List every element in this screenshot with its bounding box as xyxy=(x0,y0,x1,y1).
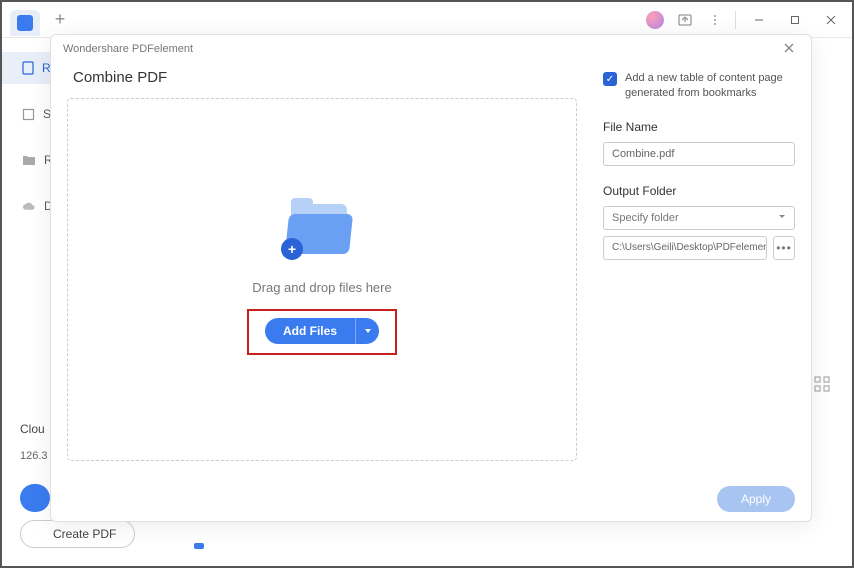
dropzone[interactable]: + Drag and drop files here Add Files xyxy=(67,98,577,461)
file-name-input[interactable] xyxy=(603,142,795,166)
modal-footer: Apply xyxy=(51,477,811,521)
combine-pdf-modal: Wondershare PDFelement Combine PDF + Dra… xyxy=(50,34,812,522)
sidebar-item-cloud[interactable]: D xyxy=(2,190,50,222)
specify-folder-label: Specify folder xyxy=(612,212,679,224)
modal-app-title: Wondershare PDFelement xyxy=(63,43,193,55)
right-pane: ✓ Add a new table of content page genera… xyxy=(593,59,811,477)
share-icon[interactable] xyxy=(675,10,695,30)
titlebar: + xyxy=(2,2,852,38)
toc-checkbox-label: Add a new table of content page generate… xyxy=(625,71,795,102)
output-folder-label: Output Folder xyxy=(603,184,795,198)
star-icon xyxy=(22,107,35,121)
chevron-down-icon xyxy=(778,212,786,224)
divider xyxy=(735,11,736,29)
document-icon xyxy=(22,61,34,75)
close-button[interactable] xyxy=(818,7,844,33)
output-path-input[interactable]: C:\Users\Geili\Desktop\PDFelement\Co xyxy=(603,236,767,260)
cloud-usage-value: 126.3 xyxy=(20,450,48,462)
highlight-annotation: Add Files xyxy=(247,309,397,355)
apply-button[interactable]: Apply xyxy=(717,486,795,512)
menu-dots-icon[interactable] xyxy=(705,10,725,30)
app-logo-icon xyxy=(17,15,33,31)
add-files-label: Add Files xyxy=(265,318,355,344)
add-files-button[interactable]: Add Files xyxy=(265,318,379,344)
browse-folder-button[interactable]: ••• xyxy=(773,236,795,260)
sidebar-item-starred[interactable]: S xyxy=(2,98,50,130)
cloud-icon xyxy=(22,199,36,213)
modal-title: Combine PDF xyxy=(73,69,577,86)
sidebar-item-recent[interactable]: R xyxy=(2,52,50,84)
folder-add-icon: + xyxy=(287,204,357,258)
create-pdf-button[interactable]: Create PDF xyxy=(20,520,135,548)
profile-orb-icon[interactable] xyxy=(645,10,665,30)
modal-body: Combine PDF + Drag and drop files here A… xyxy=(51,59,811,477)
sidebar: R S R D xyxy=(2,38,50,558)
app-tab[interactable] xyxy=(10,10,40,36)
upgrade-button[interactable] xyxy=(20,484,50,512)
modal-header: Wondershare PDFelement xyxy=(51,35,811,59)
modal-close-button[interactable] xyxy=(779,39,799,59)
add-files-dropdown[interactable] xyxy=(355,318,379,344)
checkbox-checked-icon[interactable]: ✓ xyxy=(603,72,617,86)
left-pane: Combine PDF + Drag and drop files here A… xyxy=(51,59,593,477)
new-tab-button[interactable]: + xyxy=(48,8,72,32)
file-name-label: File Name xyxy=(603,120,795,134)
folder-icon xyxy=(22,153,36,167)
grid-view-icon[interactable] xyxy=(814,376,830,392)
dropzone-text: Drag and drop files here xyxy=(252,280,391,295)
progress-indicator xyxy=(194,543,204,549)
maximize-button[interactable] xyxy=(782,7,808,33)
sidebar-item-folder[interactable]: R xyxy=(2,144,50,176)
output-folder-select[interactable]: Specify folder xyxy=(603,206,795,230)
minimize-button[interactable] xyxy=(746,7,772,33)
cloud-section-label: Clou xyxy=(20,422,45,436)
toc-checkbox-row[interactable]: ✓ Add a new table of content page genera… xyxy=(603,71,795,102)
titlebar-right xyxy=(645,7,844,33)
